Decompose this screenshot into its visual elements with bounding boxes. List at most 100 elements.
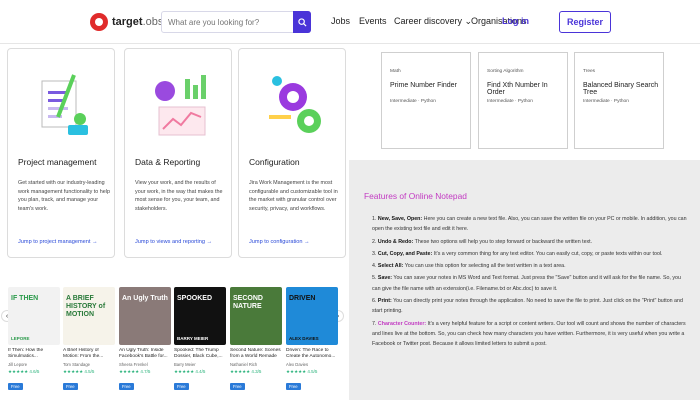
logo-icon bbox=[90, 13, 108, 31]
card-title: Configuration bbox=[249, 157, 300, 167]
algorithm-title: Prime Number Finder bbox=[390, 82, 457, 89]
feature-item: 7. Character Counter: It's a very helpfu… bbox=[372, 319, 690, 350]
free-badge: Free bbox=[119, 383, 134, 390]
feature-item: 4. Select All: You can use this option f… bbox=[372, 261, 690, 271]
login-link[interactable]: Log in bbox=[502, 16, 529, 26]
feature-number: 7. bbox=[372, 320, 377, 327]
book-title: Driven: The Race to Create the Autonomo.… bbox=[286, 348, 336, 359]
feature-number: 6. bbox=[372, 298, 377, 305]
book-author: Barry Meier bbox=[174, 362, 196, 367]
book-author: Alex Davies bbox=[286, 362, 309, 367]
feature-item: 5. Save: You can save your notes in MS W… bbox=[372, 273, 690, 294]
book-cover-title: SPOOKED bbox=[177, 295, 213, 302]
book-item[interactable]: An Ugly Truth An Ugly Truth: Inside Faceb… bbox=[119, 287, 171, 393]
feature-card-data-reporting: Data & Reporting View your work, and the… bbox=[124, 48, 232, 258]
algorithm-card[interactable]: Math Prime Number Finder Intermediate · … bbox=[381, 52, 471, 149]
card-description: View your work, and the results of your … bbox=[135, 180, 223, 212]
feature-item: 6. Print: You can directly print your no… bbox=[372, 296, 690, 317]
card-description: Jira Work Management is the most configu… bbox=[249, 180, 338, 212]
feature-text: These two options will help you to step … bbox=[413, 238, 593, 245]
configuration-illustration-icon bbox=[269, 76, 321, 133]
project-management-illustration-icon bbox=[41, 74, 88, 135]
feature-item: 2. Undo & Redo: These two options will h… bbox=[372, 237, 690, 247]
algorithm-card[interactable]: Trees Balanced Binary Search Tree Interm… bbox=[574, 52, 664, 149]
book-cover-author: LEPORE bbox=[11, 336, 30, 341]
feature-item: 3. Cut, Copy, and Paste: It's a very com… bbox=[372, 249, 690, 259]
book-title: A Brief History of Motion: From the... bbox=[63, 348, 104, 359]
register-button[interactable]: Register bbox=[559, 11, 611, 33]
algorithm-meta: Intermediate · Python bbox=[583, 99, 629, 104]
card-title: Project management bbox=[18, 157, 97, 167]
algorithm-title: Find Xth Number In Order bbox=[487, 82, 548, 96]
book-item[interactable]: SECOND NATURE Second Nature: Scenes from … bbox=[230, 287, 282, 393]
free-badge: Free bbox=[8, 383, 23, 390]
book-item[interactable]: SPOOKED BARRY MEIER Spooked: The Trump Dos… bbox=[174, 287, 226, 393]
search-input[interactable] bbox=[162, 12, 290, 33]
logo-text: target.obs bbox=[112, 16, 164, 28]
search-button[interactable] bbox=[293, 11, 311, 33]
nav-events[interactable]: Events bbox=[359, 16, 387, 26]
algorithm-meta: Intermediate · Python bbox=[487, 99, 533, 104]
rating-stars: ★★★★★ 4.4/5 bbox=[174, 369, 206, 374]
feature-card-configuration: Configuration Jira Work Management is th… bbox=[238, 48, 346, 258]
search-icon bbox=[297, 17, 307, 27]
book-cover-author: ALEX DAVIES bbox=[289, 336, 319, 341]
feature-label: Select All: bbox=[377, 263, 404, 270]
book-cover: DRIVEN ALEX DAVIES bbox=[286, 287, 338, 345]
feature-label: Character Counter: bbox=[377, 320, 427, 327]
nav-career-discovery[interactable]: Career discovery ⌄ bbox=[394, 16, 472, 27]
card-link[interactable]: Jump to views and reporting → bbox=[135, 239, 212, 245]
feature-item: 1. New, Save, Open: Here you can create … bbox=[372, 214, 690, 235]
feature-number: 1. bbox=[372, 216, 377, 222]
feature-number: 4. bbox=[372, 263, 377, 270]
site-logo[interactable]: target.obs bbox=[90, 11, 163, 33]
feature-number: 5. bbox=[372, 275, 377, 282]
book-cover-title: An Ugly Truth bbox=[122, 295, 168, 302]
feature-label: New, Save, Open: bbox=[377, 216, 423, 222]
book-item[interactable]: A BRIEF HISTORY of MOTION A Brief History… bbox=[63, 287, 115, 393]
book-cover: IF THEN LEPORE bbox=[8, 287, 60, 345]
book-cover-author: BARRY MEIER bbox=[177, 336, 209, 341]
book-cover: SECOND NATURE bbox=[230, 287, 282, 345]
book-cover: A BRIEF HISTORY of MOTION bbox=[63, 287, 115, 345]
feature-label: Undo & Redo: bbox=[377, 238, 414, 245]
book-cover-title: IF THEN bbox=[11, 295, 39, 302]
free-badge: Free bbox=[286, 383, 301, 390]
book-item[interactable]: DRIVEN ALEX DAVIES Driven: The Race to Cre… bbox=[286, 287, 338, 393]
features-list: 1. New, Save, Open: Here you can create … bbox=[372, 214, 690, 352]
feature-text: You can use this option for selecting al… bbox=[403, 263, 566, 270]
book-author: Nathaniel Rich bbox=[230, 362, 258, 367]
algorithm-card[interactable]: Sorting Algorithm Find Xth Number In Ord… bbox=[478, 52, 568, 149]
book-author: Tom Standage bbox=[63, 362, 91, 367]
card-link[interactable]: Jump to configuration → bbox=[249, 239, 310, 245]
book-title: Second Nature: Scenes from a World Remad… bbox=[230, 348, 281, 359]
feature-label: Save: bbox=[377, 275, 393, 282]
feature-text: You can save your notes in MS Word and T… bbox=[372, 275, 681, 292]
algorithm-category: Trees bbox=[583, 69, 596, 74]
data-reporting-illustration-icon bbox=[155, 75, 206, 136]
feature-number: 3. bbox=[372, 250, 377, 257]
rating-stars: ★★★★★ 4.3/5 bbox=[230, 369, 262, 374]
feature-label: Print: bbox=[377, 298, 392, 305]
book-title: Spooked: The Trump Dossier, Black Cube,.… bbox=[174, 348, 223, 359]
card-link[interactable]: Jump to project management → bbox=[18, 239, 98, 245]
book-title: If Then: How the Simulmatics... bbox=[8, 348, 44, 359]
feature-label: Cut, Copy, and Paste: bbox=[377, 250, 433, 257]
algorithm-title: Balanced Binary Search Tree bbox=[583, 82, 659, 96]
book-author: Sheera Frenkel bbox=[119, 362, 148, 367]
free-badge: Free bbox=[174, 383, 189, 390]
nav-jobs[interactable]: Jobs bbox=[331, 16, 350, 26]
free-badge: Free bbox=[63, 383, 78, 390]
rating-stars: ★★★★★ 4.5/5 bbox=[63, 369, 95, 374]
book-cover-title: A BRIEF HISTORY of MOTION bbox=[66, 295, 106, 318]
algorithm-category: Math bbox=[390, 69, 401, 74]
feature-text: It's a very common thing for any text ed… bbox=[432, 250, 663, 257]
card-description: Get started with our industry-leading wo… bbox=[18, 180, 110, 212]
feature-card-project-management: Project management Get started with our … bbox=[7, 48, 115, 258]
rating-stars: ★★★★★ 4.6/5 bbox=[8, 369, 40, 374]
top-header: target.obs Jobs Events Career discovery … bbox=[0, 0, 700, 44]
algorithm-meta: Intermediate · Python bbox=[390, 99, 436, 104]
book-item[interactable]: IF THEN LEPORE If Then: How the Simulmatic… bbox=[8, 287, 60, 393]
card-title: Data & Reporting bbox=[135, 157, 201, 167]
search-box bbox=[161, 11, 311, 33]
